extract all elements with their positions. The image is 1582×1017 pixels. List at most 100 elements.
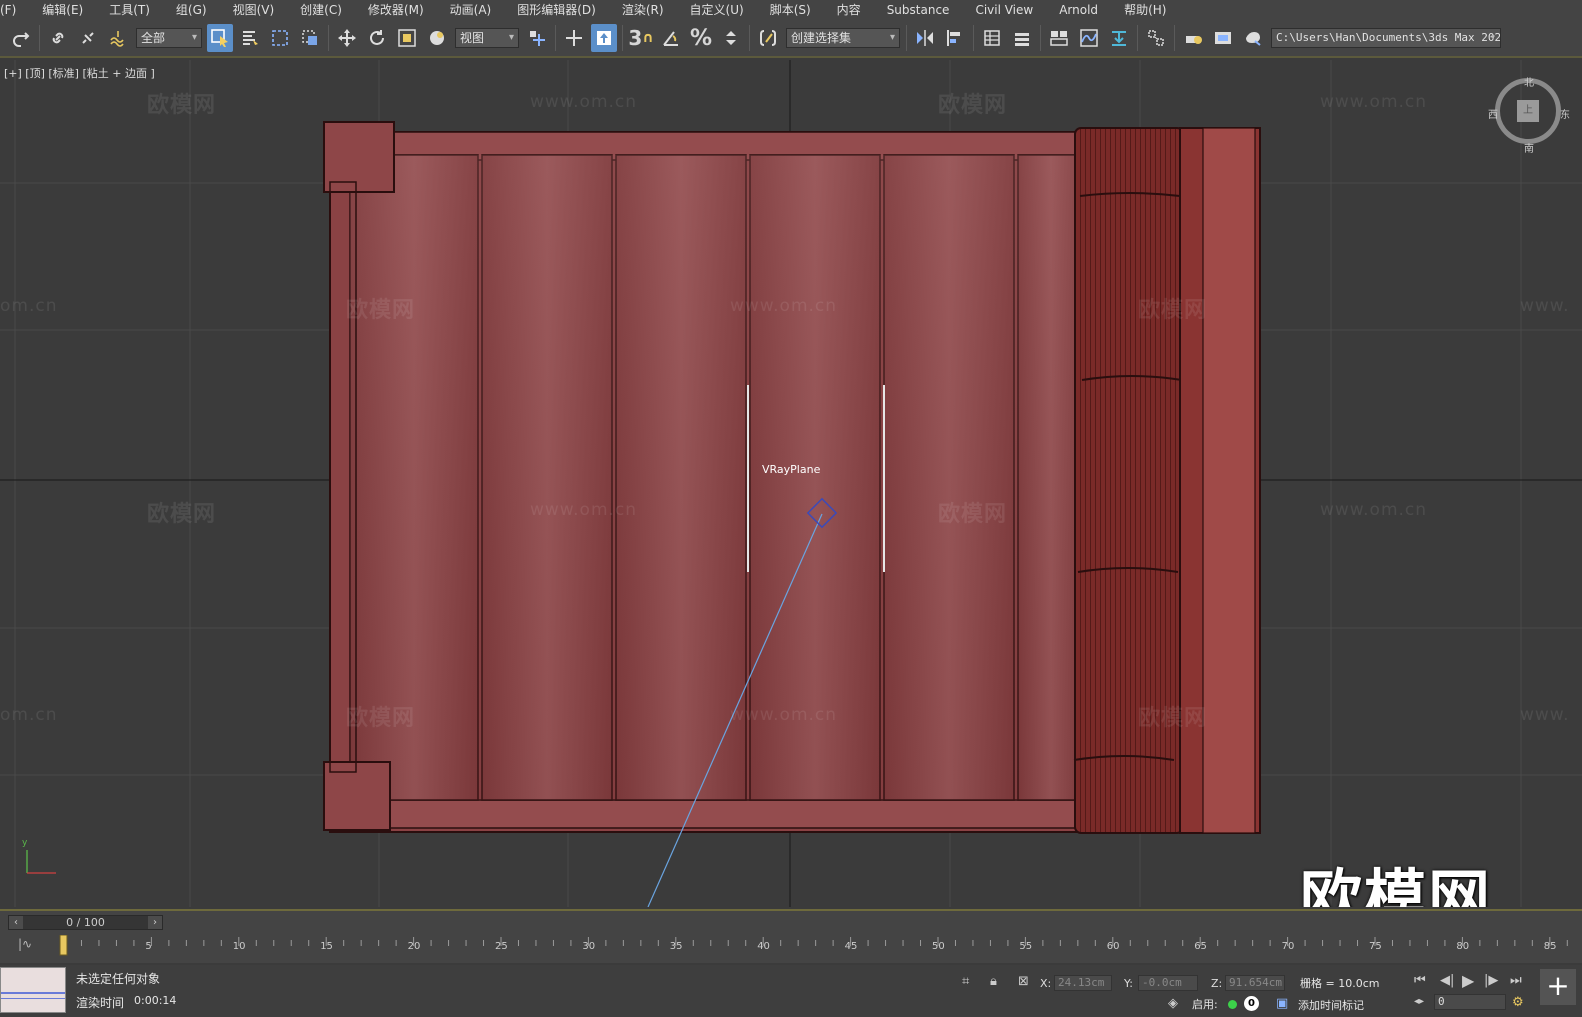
y-coord-field[interactable]: -0.0cm [1138, 975, 1198, 991]
status-green-dot [1228, 1000, 1237, 1009]
go-to-start-icon[interactable]: ⏮ [1414, 973, 1426, 988]
next-frame-icon[interactable]: |▶ [1484, 973, 1498, 988]
select-object-icon[interactable] [207, 24, 233, 52]
window-crossing-icon[interactable] [297, 24, 323, 52]
edit-named-selection-icon[interactable] [755, 24, 781, 52]
render-time-label: 渲染时间 [76, 996, 125, 1010]
toggle-ribbon-icon[interactable] [1046, 24, 1072, 52]
track-bar-tick-label: 40 [757, 941, 770, 952]
track-bar-tick-label: 70 [1281, 941, 1295, 952]
reference-coordinate-dropdown[interactable]: 视图 [455, 28, 519, 48]
menu-modifiers[interactable]: 修改器(M) [355, 0, 437, 20]
menu-arnold[interactable]: Arnold [1046, 0, 1111, 20]
previous-frame-icon[interactable]: ◀| [1440, 973, 1454, 988]
keyboard-shortcut-override-icon[interactable] [591, 24, 617, 52]
curve-editor-icon[interactable] [1076, 24, 1102, 52]
menu-views[interactable]: 视图(V) [220, 0, 288, 20]
menu-file[interactable]: (F) [0, 0, 29, 20]
viewport-top[interactable]: [+] [顶] [标准] [粘土 + 边面 ] 欧模网 www.om.cn 欧模… [0, 60, 1582, 907]
pivot-point-icon[interactable] [524, 24, 550, 52]
menu-graph-editors[interactable]: 图形编辑器(D) [504, 0, 609, 20]
watermark-url: om.cn [0, 296, 58, 316]
menu-civil-view[interactable]: Civil View [962, 0, 1046, 20]
time-config-icon[interactable]: ⚙ [1512, 995, 1524, 1010]
menu-help[interactable]: 帮助(H) [1111, 0, 1179, 20]
unlink-icon[interactable] [75, 24, 101, 52]
go-to-end-icon[interactable]: ⏭ [1510, 973, 1522, 988]
enable-count-badge[interactable]: 0 [1244, 996, 1259, 1011]
scene-explorer-icon[interactable] [979, 24, 1005, 52]
track-bar-tick-label: 30 [582, 941, 596, 952]
prev-frame-arrow-icon[interactable]: ‹ [9, 916, 23, 929]
layer-explorer-icon[interactable] [1009, 24, 1035, 52]
selection-lock-icon[interactable]: 🔒︎ [990, 974, 997, 989]
menu-content[interactable]: 内容 [824, 0, 874, 20]
add-viewport-icon[interactable]: + [1540, 969, 1576, 1005]
key-mode-icon[interactable]: ◂▸ [1414, 996, 1424, 1007]
isolate-selection-icon[interactable]: ⌗ [962, 974, 969, 989]
move-icon[interactable] [334, 24, 360, 52]
track-bar-tick-label: 55 [1019, 941, 1033, 952]
link-icon[interactable] [45, 24, 71, 52]
x-coord-field[interactable]: 24.13cm [1054, 975, 1112, 991]
named-selection-dropdown[interactable]: 创建选择集 [786, 28, 900, 48]
play-icon[interactable]: ▶ [1462, 971, 1474, 990]
mini-curve-editor-icon[interactable]: |∿ [18, 937, 32, 951]
time-slider[interactable]: ‹ 0 / 100 › [8, 915, 163, 930]
watermark: 欧模网 [147, 502, 217, 527]
menu-substance[interactable]: Substance [874, 0, 963, 20]
rendered-frame-window-icon[interactable] [1210, 24, 1236, 52]
axis-y-label: y [22, 838, 28, 848]
bind-space-warp-icon[interactable] [105, 24, 131, 52]
track-bar-tick-label: 65 [1194, 941, 1207, 952]
magnet-icon: ∩ [642, 30, 654, 46]
add-time-tag[interactable]: 添加时间标记 [1298, 997, 1364, 1013]
menu-scripting[interactable]: 脚本(S) [757, 0, 824, 20]
scale-icon[interactable] [394, 24, 420, 52]
menu-customize[interactable]: 自定义(U) [677, 0, 757, 20]
spinner-snap-icon[interactable] [718, 24, 744, 52]
z-coord-field[interactable]: 91.654cm [1225, 975, 1285, 991]
select-by-name-icon[interactable] [237, 24, 263, 52]
watermark-url: www.om.cn [730, 705, 838, 725]
next-frame-arrow-icon[interactable]: › [148, 916, 162, 929]
watermark-url: www. [1520, 705, 1570, 725]
place-icon[interactable] [424, 24, 450, 52]
redo-icon[interactable] [8, 24, 34, 52]
menu-rendering[interactable]: 渲染(R) [609, 0, 677, 20]
rectangular-selection-icon[interactable] [267, 24, 293, 52]
absolute-transform-icon[interactable]: ⊠ [1018, 974, 1029, 989]
render-production-icon[interactable] [1240, 24, 1266, 52]
toolbar-separator [622, 25, 623, 51]
angle-snap-icon[interactable] [658, 24, 684, 52]
rotate-icon[interactable] [364, 24, 390, 52]
om-logo-watermark: 欧模网 [1300, 862, 1493, 907]
viewcube-top-face[interactable]: 上 [1517, 100, 1539, 122]
menu-animation[interactable]: 动画(A) [437, 0, 505, 20]
percent-snap-icon[interactable]: % [688, 24, 714, 52]
snaps-toggle-icon[interactable]: 3 ∩ [628, 24, 654, 52]
adaptive-degradation-icon[interactable]: ◈ [1168, 996, 1178, 1011]
menu-tools[interactable]: 工具(T) [96, 0, 163, 20]
selection-filter-dropdown[interactable]: 全部 [136, 28, 202, 48]
current-frame-field[interactable]: 0 [1434, 994, 1506, 1010]
menu-edit[interactable]: 编辑(E) [29, 0, 96, 20]
render-setup-icon[interactable] [1180, 24, 1206, 52]
menu-group[interactable]: 组(G) [163, 0, 220, 20]
toolbar-separator [39, 25, 40, 51]
time-tag-icon[interactable]: ▣ [1276, 996, 1288, 1011]
compass-west: 西 [1488, 110, 1498, 121]
schematic-view-icon[interactable] [1106, 24, 1132, 52]
select-manipulate-icon[interactable] [561, 24, 587, 52]
track-bar-labels: 5 10 15 20 25 30 35 40 45 50 55 60 65 70… [58, 941, 1578, 955]
mirror-icon[interactable] [912, 24, 938, 52]
material-editor-icon[interactable] [1143, 24, 1169, 52]
selection-status: 未选定任何对象 [76, 972, 161, 986]
viewport-label-menu[interactable]: [+] [顶] [标准] [粘土 + 边面 ] [4, 65, 155, 81]
align-icon[interactable] [942, 24, 968, 52]
project-path-dropdown[interactable]: C:\Users\Han\Documents\3ds Max 2022 [1271, 28, 1501, 48]
menu-create[interactable]: 创建(C) [287, 0, 355, 20]
cabinet-model[interactable] [323, 121, 1261, 834]
y-coord-label: Y: [1124, 977, 1133, 990]
maxscript-mini-listener[interactable] [0, 967, 66, 1013]
